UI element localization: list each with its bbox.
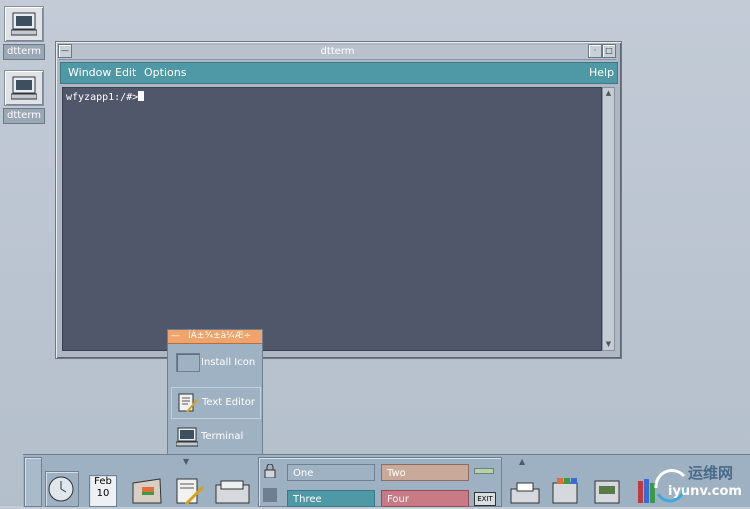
window-titlebar[interactable]: — dtterm · □ bbox=[58, 44, 616, 60]
watermark-text-cn: 运维网 bbox=[688, 464, 734, 482]
app-manager-icon[interactable] bbox=[591, 475, 623, 505]
menu-help[interactable]: Help bbox=[589, 66, 614, 79]
clock-icon[interactable] bbox=[45, 471, 79, 507]
subpanel-item-text-editor[interactable]: Text Editor bbox=[171, 387, 261, 419]
workspace-switch: One Two Three Four EXIT bbox=[258, 457, 502, 507]
vertical-scrollbar[interactable]: ▲ ▼ bbox=[602, 87, 615, 351]
text-editor-icon[interactable] bbox=[174, 475, 206, 506]
desktop-icon-label: dtterm bbox=[3, 108, 45, 124]
mailer-icon[interactable] bbox=[215, 479, 251, 505]
desktop-icon-dtterm-1[interactable]: dtterm bbox=[3, 6, 45, 60]
menubar: Window Edit Options Help bbox=[60, 62, 618, 84]
panel-handle[interactable] bbox=[24, 457, 42, 507]
window-title: dtterm bbox=[320, 46, 355, 57]
subpanel-item-label: Terminal bbox=[201, 431, 244, 442]
subpanel-titlebar[interactable]: — ÍÁ±¾±à¼­Æ÷ bbox=[168, 330, 262, 344]
menu-window[interactable]: Window bbox=[68, 66, 111, 79]
subpanel: — ÍÁ±¾±à¼­Æ÷ Install Icon Text Editor Te… bbox=[167, 329, 263, 457]
style-manager-icon[interactable] bbox=[549, 475, 583, 505]
text-cursor bbox=[138, 91, 145, 101]
terminal-icon bbox=[176, 427, 198, 447]
file-manager-icon[interactable] bbox=[130, 473, 164, 505]
terminal-icon bbox=[4, 6, 44, 42]
busy-indicator bbox=[474, 468, 494, 474]
subpanel-arrow-icon[interactable]: ▼ bbox=[183, 457, 197, 467]
workspace-two-button[interactable]: Two bbox=[381, 464, 469, 481]
dtterm-window: — dtterm · □ Window Edit Options Help wf… bbox=[55, 41, 622, 359]
subpanel-menu-icon[interactable]: — bbox=[171, 330, 180, 343]
text-editor-icon bbox=[178, 393, 198, 413]
watermark-text-url: iyunv.com bbox=[668, 484, 742, 499]
window-menu-button[interactable]: — bbox=[58, 44, 72, 58]
scroll-down-icon[interactable]: ▼ bbox=[604, 340, 613, 349]
minimize-button[interactable]: · bbox=[588, 44, 602, 58]
maximize-button[interactable]: □ bbox=[602, 44, 616, 58]
workspace-icon[interactable] bbox=[263, 488, 277, 502]
terminal-icon bbox=[4, 70, 44, 106]
exit-button[interactable]: EXIT bbox=[474, 492, 496, 506]
lock-icon[interactable] bbox=[263, 463, 277, 479]
calendar-month: Feb bbox=[94, 476, 112, 487]
subpanel-item-terminal[interactable]: Terminal bbox=[171, 422, 259, 452]
workspace-one-button[interactable]: One bbox=[287, 464, 375, 481]
front-panel: Feb 10 ▼ One Two Three Four EXIT ▲ bbox=[23, 454, 750, 507]
menu-edit[interactable]: Edit bbox=[115, 66, 136, 79]
workspace-three-button[interactable]: Three bbox=[287, 490, 375, 507]
calendar-icon[interactable]: Feb 10 bbox=[89, 475, 117, 507]
terminal-area[interactable]: wfyzapp1:/#> bbox=[62, 87, 602, 351]
workspace-four-button[interactable]: Four bbox=[381, 490, 469, 507]
printer-icon[interactable] bbox=[509, 481, 541, 505]
watermark: 运维网 iyunv.com bbox=[650, 458, 750, 506]
subpanel-item-label: Text Editor bbox=[202, 397, 255, 408]
install-icon bbox=[176, 353, 200, 372]
desktop-icon-dtterm-2[interactable]: dtterm bbox=[3, 70, 45, 124]
desktop-icon-label: dtterm bbox=[3, 44, 45, 60]
subpanel-title: ÍÁ±¾±à¼­Æ÷ bbox=[188, 331, 252, 341]
scroll-up-icon[interactable]: ▲ bbox=[604, 89, 613, 98]
calendar-day: 10 bbox=[96, 488, 110, 499]
subpanel-arrow-icon[interactable]: ▲ bbox=[519, 457, 533, 467]
subpanel-item-label: Install Icon bbox=[201, 357, 256, 368]
subpanel-item-install-icon[interactable]: Install Icon bbox=[171, 348, 259, 378]
menu-options[interactable]: Options bbox=[144, 66, 186, 79]
terminal-prompt: wfyzapp1:/#> bbox=[66, 92, 139, 103]
